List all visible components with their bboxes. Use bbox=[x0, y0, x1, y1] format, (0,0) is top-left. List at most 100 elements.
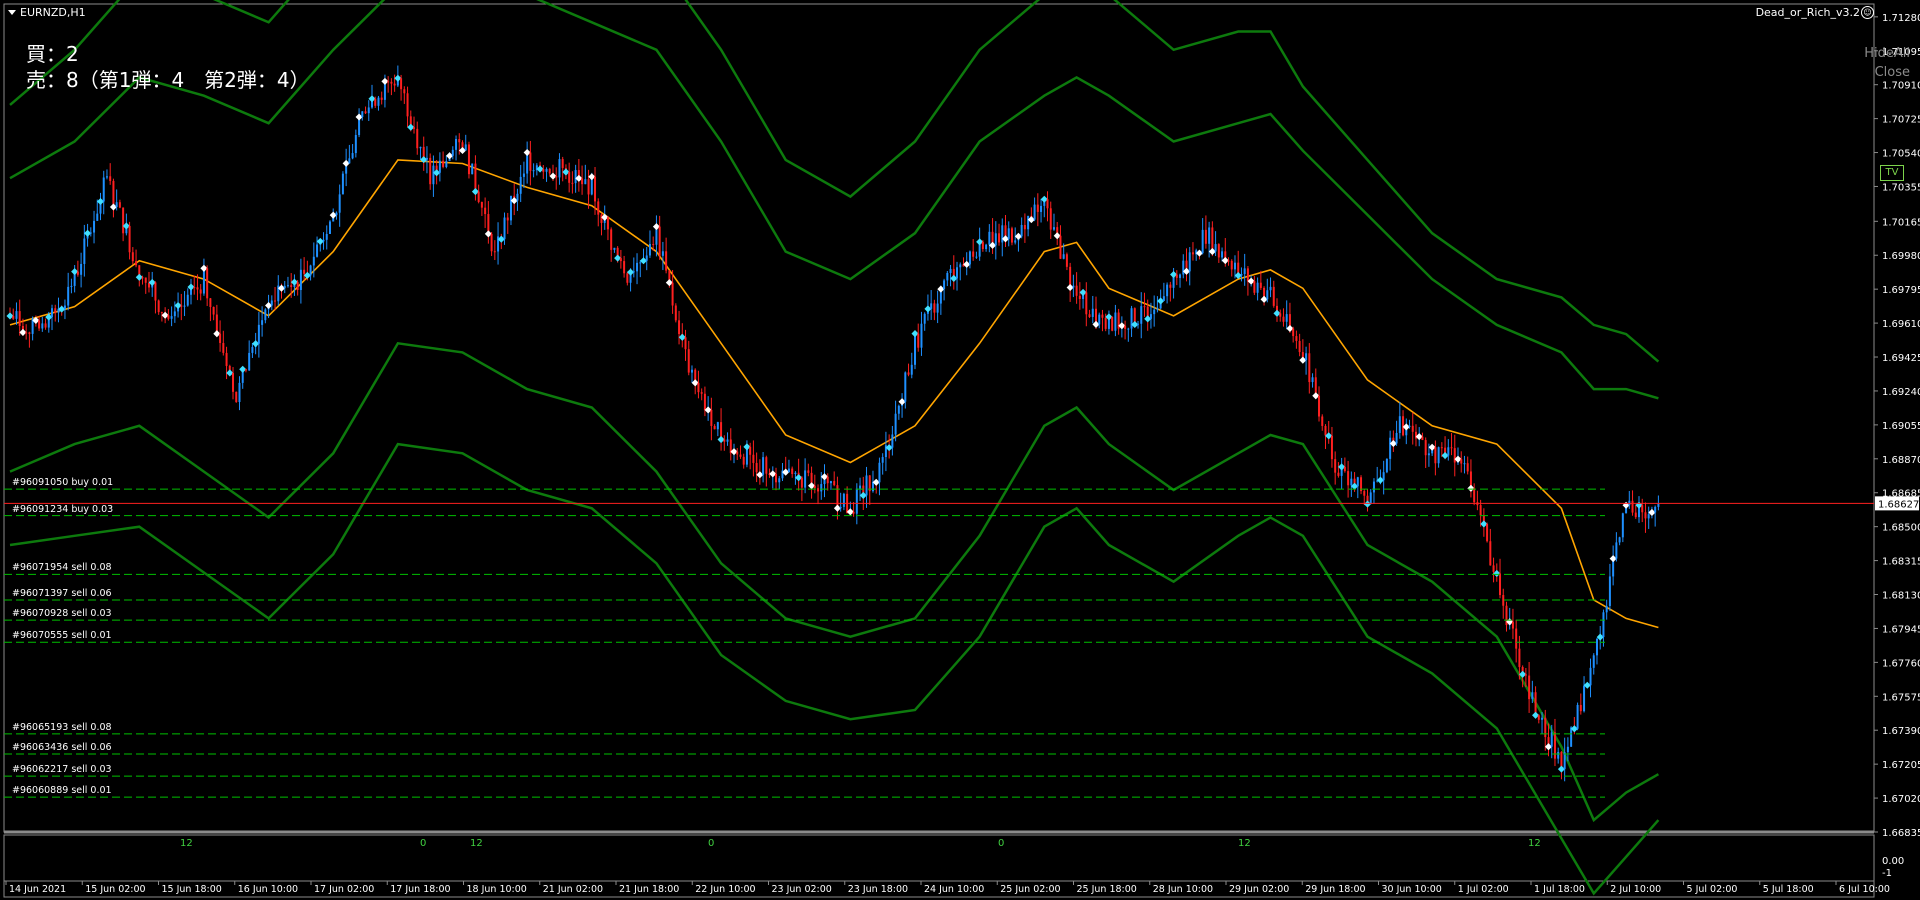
hour-marker: 0 bbox=[708, 838, 714, 849]
candle-body bbox=[1537, 715, 1540, 720]
candle-body bbox=[936, 303, 939, 313]
buy-counter: 買：2 bbox=[26, 42, 79, 66]
candle-body bbox=[38, 320, 41, 329]
candle-body bbox=[529, 152, 532, 171]
candle-body bbox=[438, 160, 441, 173]
price-label: 1.69240 bbox=[1882, 387, 1920, 398]
candle-body bbox=[949, 268, 952, 273]
candle-body bbox=[581, 178, 584, 185]
candle-body bbox=[351, 153, 354, 159]
candle-body bbox=[1382, 472, 1385, 481]
candle-body bbox=[67, 286, 70, 306]
indicator-levels: 0.00-1 bbox=[1882, 856, 1904, 879]
candle-body bbox=[1104, 317, 1107, 329]
candle-body bbox=[76, 271, 79, 275]
candle-body bbox=[671, 282, 674, 306]
candle-body bbox=[1473, 488, 1476, 503]
candle-body bbox=[232, 372, 235, 392]
candle-body bbox=[594, 176, 597, 202]
time-label: 29 Jun 18:00 bbox=[1305, 884, 1365, 895]
time-label: 24 Jun 10:00 bbox=[924, 884, 984, 895]
candle-body bbox=[1246, 268, 1249, 282]
time-label: 17 Jun 02:00 bbox=[314, 884, 374, 895]
candle-body bbox=[1033, 204, 1036, 220]
hour-marker: 12 bbox=[1238, 838, 1251, 849]
candle-body bbox=[1072, 285, 1075, 288]
close-button[interactable]: Close bbox=[1875, 65, 1910, 80]
candle-body bbox=[723, 439, 726, 442]
candle-body bbox=[1447, 447, 1450, 456]
candle-body bbox=[678, 320, 681, 334]
price-label: 1.68130 bbox=[1882, 591, 1920, 602]
candle-body bbox=[522, 173, 525, 177]
candle-body bbox=[1162, 296, 1165, 302]
candle-body bbox=[1188, 252, 1191, 272]
price-label: 1.70540 bbox=[1882, 149, 1920, 160]
candle-body bbox=[852, 511, 855, 514]
candle-body bbox=[186, 294, 189, 306]
candle-body bbox=[933, 303, 936, 313]
tv-button[interactable]: TV bbox=[1880, 165, 1904, 181]
candle-body bbox=[778, 478, 781, 483]
candle-body bbox=[1078, 295, 1081, 299]
time-label: 28 Jun 10:00 bbox=[1153, 884, 1213, 895]
hour-marker: 12 bbox=[470, 838, 483, 849]
candle-body bbox=[568, 172, 571, 183]
candle-body bbox=[914, 333, 916, 365]
candle-body bbox=[251, 347, 254, 353]
candle-body bbox=[506, 217, 509, 221]
candle-body bbox=[713, 425, 716, 430]
candle-body bbox=[1046, 199, 1049, 209]
candle-body bbox=[1266, 290, 1269, 300]
candle-body bbox=[480, 201, 483, 208]
candle-body bbox=[1175, 274, 1178, 278]
candle-body bbox=[690, 369, 693, 373]
candle-body bbox=[910, 364, 913, 375]
candle-body bbox=[1647, 514, 1650, 519]
candle-body bbox=[548, 168, 551, 174]
candle-body bbox=[1515, 628, 1518, 649]
indicator-level-label: 0.00 bbox=[1882, 856, 1904, 867]
candle-body bbox=[1654, 506, 1657, 513]
candle-body bbox=[1272, 286, 1275, 306]
candle-body bbox=[1324, 425, 1327, 436]
candle-body bbox=[833, 481, 836, 486]
candle-body bbox=[1311, 377, 1314, 383]
candle-body bbox=[467, 144, 470, 175]
candle-body bbox=[606, 217, 609, 230]
candle-body bbox=[532, 170, 535, 172]
candle-body bbox=[687, 349, 690, 373]
candle-body bbox=[377, 97, 380, 106]
chart-frame bbox=[3, 3, 1875, 833]
candle-body bbox=[455, 139, 458, 150]
time-label: 15 Jun 18:00 bbox=[162, 884, 222, 895]
candle-body bbox=[613, 247, 616, 250]
candle-body bbox=[335, 212, 338, 216]
candle-body bbox=[1036, 204, 1039, 212]
candle-body bbox=[959, 264, 962, 268]
candle-body bbox=[1221, 251, 1224, 258]
candle-body bbox=[865, 475, 868, 496]
candle-body bbox=[167, 315, 170, 319]
candle-body bbox=[800, 477, 803, 488]
candle-body bbox=[509, 195, 512, 221]
time-label: 23 Jun 18:00 bbox=[848, 884, 908, 895]
candles-layer bbox=[6, 65, 1660, 782]
candle-body bbox=[93, 220, 96, 233]
hide-all-button[interactable]: HideAll bbox=[1864, 46, 1910, 61]
time-label: 14 Jun 2021 bbox=[9, 884, 66, 895]
candle-body bbox=[807, 470, 810, 473]
candle-body bbox=[742, 456, 745, 465]
candle-body bbox=[1208, 227, 1211, 244]
price-chart[interactable]: 1.712801.710951.709101.707251.705401.703… bbox=[0, 0, 1920, 900]
candle-body bbox=[574, 170, 577, 184]
candle-body bbox=[70, 285, 73, 287]
price-label: 1.67945 bbox=[1882, 624, 1920, 635]
candle-body bbox=[1602, 612, 1605, 638]
candle-body bbox=[1330, 435, 1333, 460]
lower-band bbox=[9, 341, 1660, 823]
candle-body bbox=[1156, 308, 1159, 310]
candle-body bbox=[636, 262, 639, 272]
chart-menu-icon[interactable] bbox=[8, 10, 16, 15]
candle-body bbox=[1479, 505, 1482, 516]
